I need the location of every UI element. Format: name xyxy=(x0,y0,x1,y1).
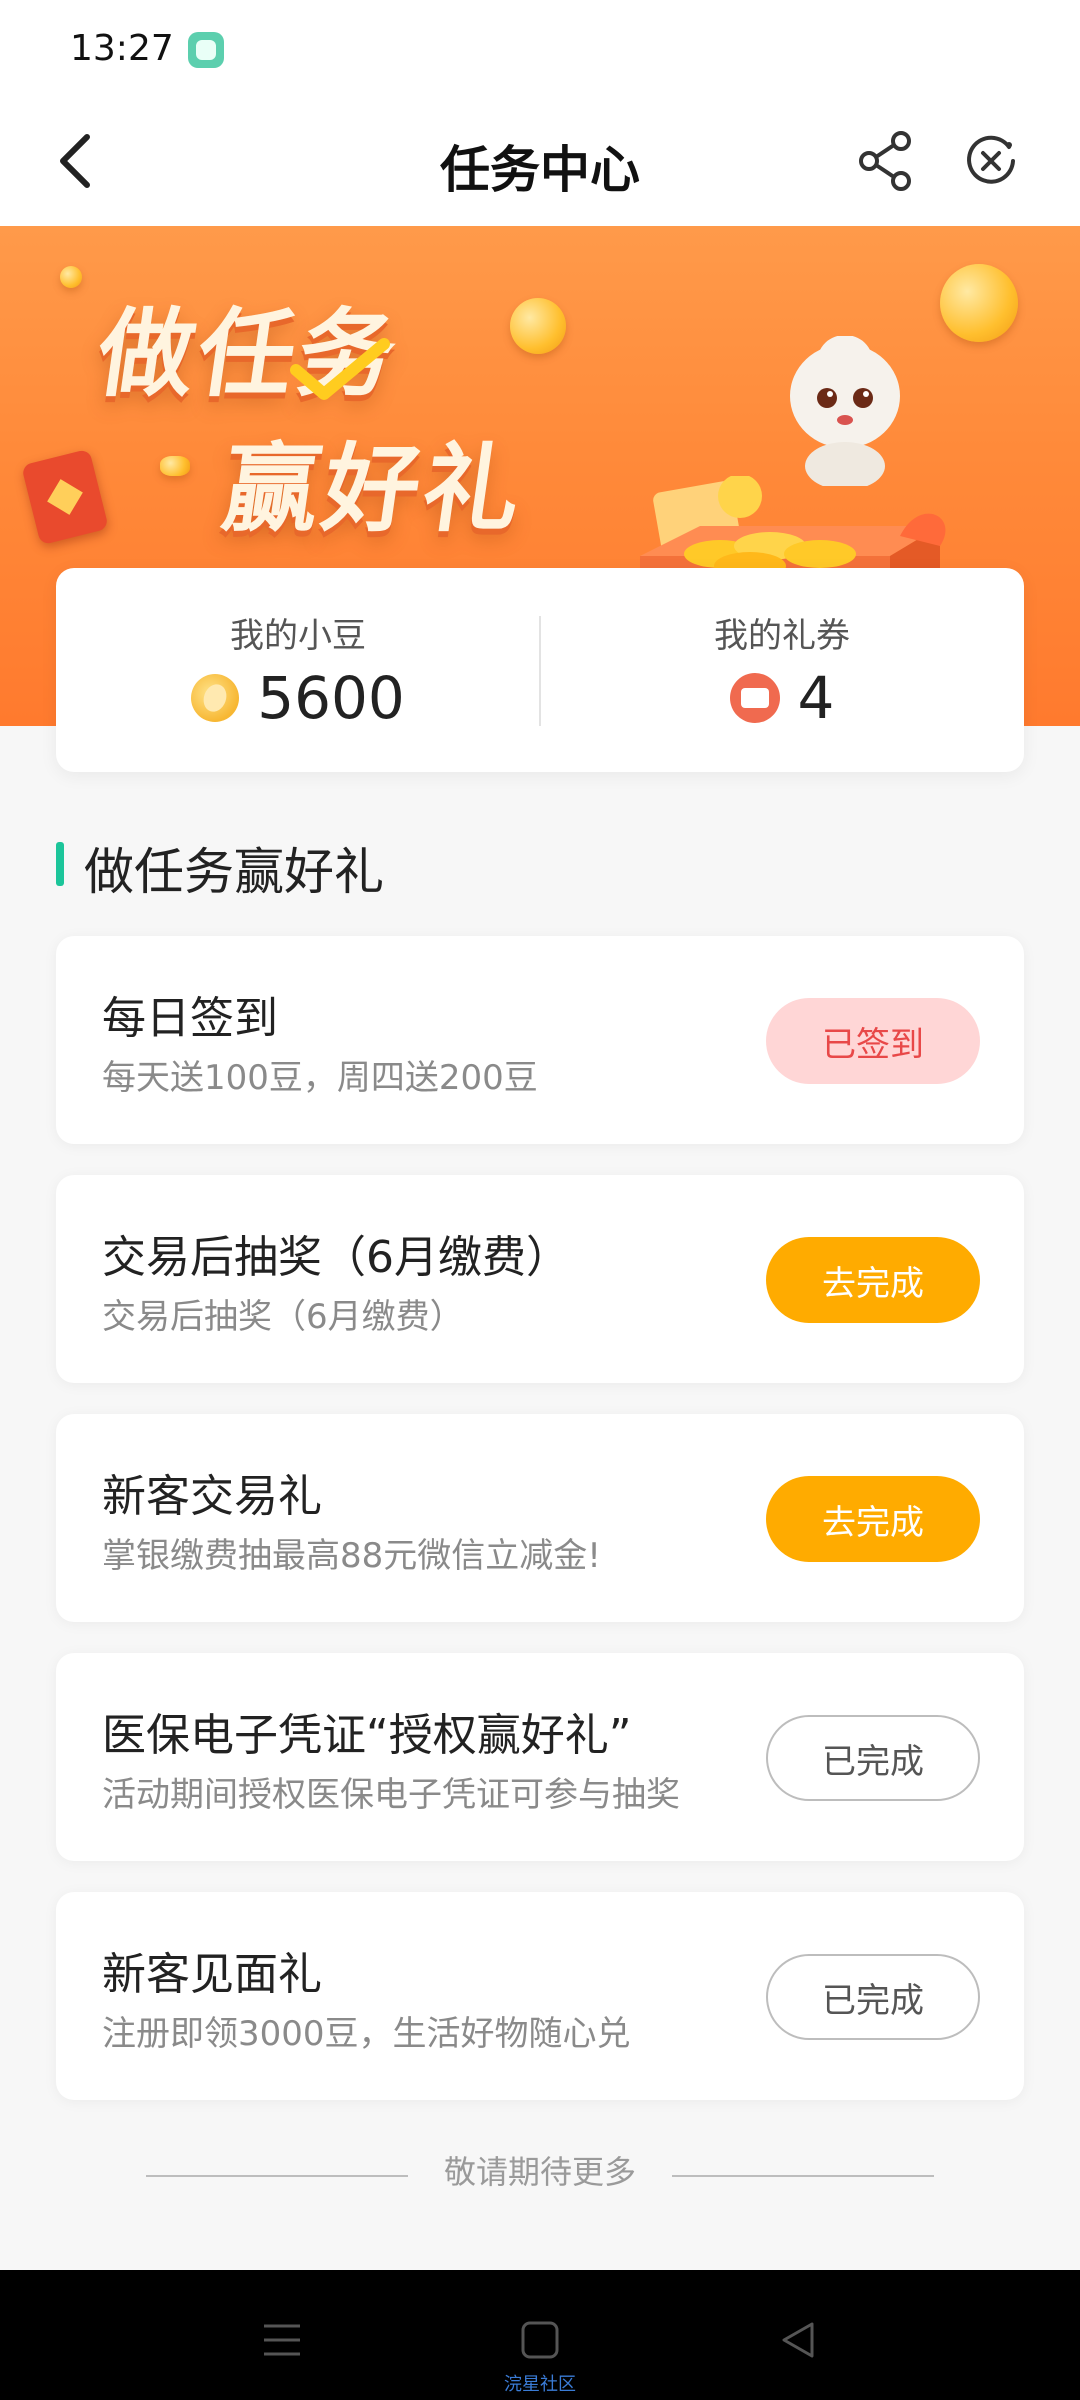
task-title: 医保电子凭证“授权赢好礼” xyxy=(102,1710,632,1761)
beans-value: 5600 xyxy=(257,664,405,732)
home-square-icon xyxy=(521,2321,559,2359)
bean-icon xyxy=(191,674,240,722)
signed-in-button[interactable]: 已签到 xyxy=(766,998,980,1084)
app-notification-icon xyxy=(188,32,224,68)
my-coupons[interactable]: 我的礼券 4 xyxy=(540,568,1024,772)
task-title: 每日签到 xyxy=(102,993,278,1044)
section-title: 做任务赢好礼 xyxy=(84,843,384,901)
task-card-daily-checkin: 每日签到 每天送100豆，周四送200豆 已签到 xyxy=(56,936,1024,1144)
close-button[interactable] xyxy=(956,126,1026,196)
menu-button[interactable] xyxy=(252,2310,312,2370)
task-desc: 每天送100豆，周四送200豆 xyxy=(102,1058,538,1098)
task-desc: 交易后抽奖（6月缴费） xyxy=(102,1297,464,1337)
share-button[interactable] xyxy=(850,126,920,196)
go-complete-button[interactable]: 去完成 xyxy=(766,1237,980,1323)
share-icon xyxy=(859,131,911,191)
section-accent-bar xyxy=(56,842,64,886)
checkmark-icon xyxy=(290,338,390,400)
system-nav-bar: 浣星社区 xyxy=(0,2270,1080,2400)
go-complete-button[interactable]: 去完成 xyxy=(766,1476,980,1562)
task-card-lottery: 交易后抽奖（6月缴费） 交易后抽奖（6月缴费） 去完成 xyxy=(56,1175,1024,1383)
close-circle-icon xyxy=(967,135,1015,184)
my-beans[interactable]: 我的小豆 5600 xyxy=(56,568,540,772)
menu-icon xyxy=(264,2324,300,2356)
coupon-icon xyxy=(729,673,780,723)
coin-decoration xyxy=(510,298,566,354)
coin-decoration xyxy=(940,264,1018,342)
footer-text: 敬请期待更多 xyxy=(443,2153,636,2191)
beans-label: 我的小豆 xyxy=(230,616,366,656)
task-title: 新客交易礼 xyxy=(102,1471,322,1522)
mascot-illustration xyxy=(790,336,900,486)
home-button[interactable] xyxy=(510,2310,570,2370)
banner-title-line2: 赢好礼 xyxy=(215,433,532,545)
task-title: 新客见面礼 xyxy=(102,1949,322,2000)
task-desc: 活动期间授权医保电子凭证可参与抽奖 xyxy=(102,1775,680,1815)
nav-bar: 任务中心 xyxy=(0,100,1080,226)
coin-decoration xyxy=(160,456,190,476)
coupons-value: 4 xyxy=(797,664,835,732)
task-card-welcome-gift: 新客见面礼 注册即领3000豆，生活好物随心兑 已完成 xyxy=(56,1892,1024,2100)
task-card-new-customer-trade: 新客交易礼 掌银缴费抽最高88元微信立减金! 去完成 xyxy=(56,1414,1024,1622)
completed-button[interactable]: 已完成 xyxy=(766,1954,980,2040)
back-nav-button[interactable] xyxy=(768,2310,828,2370)
task-desc: 掌银缴费抽最高88元微信立减金! xyxy=(102,1536,601,1576)
coin-decoration xyxy=(60,266,82,288)
coupons-label: 我的礼券 xyxy=(714,616,850,656)
red-packet-icon xyxy=(21,448,109,546)
status-bar: 13:27 xyxy=(0,0,1080,100)
task-desc: 注册即领3000豆，生活好物随心兑 xyxy=(102,2014,631,2054)
footer-divider-right xyxy=(672,2175,934,2177)
stats-card: 我的小豆 5600 我的礼券 4 xyxy=(56,568,1024,772)
task-card-medical-insurance: 医保电子凭证“授权赢好礼” 活动期间授权医保电子凭证可参与抽奖 已完成 xyxy=(56,1653,1024,1861)
completed-button[interactable]: 已完成 xyxy=(766,1715,980,1801)
triangle-back-icon xyxy=(782,2322,814,2358)
status-time: 13:27 xyxy=(70,28,174,69)
watermark-text: 浣星社区 xyxy=(504,2374,576,2395)
task-title: 交易后抽奖（6月缴费） xyxy=(102,1232,570,1283)
